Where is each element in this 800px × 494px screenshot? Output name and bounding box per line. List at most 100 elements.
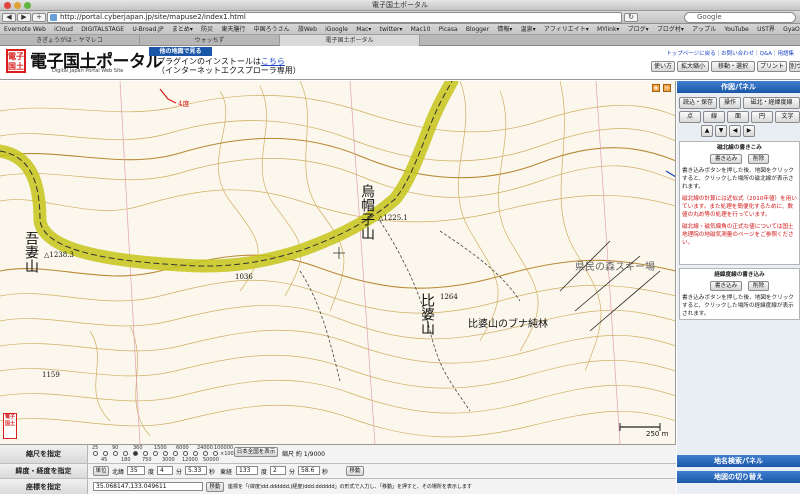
bookmark-item[interactable]: Picasa: [439, 24, 458, 34]
reload-button[interactable]: ↻: [624, 13, 638, 22]
scale-radio[interactable]: [153, 451, 158, 456]
arrow-right-icon[interactable]: ▶: [743, 125, 755, 137]
arrow-up-icon[interactable]: ▲: [701, 125, 713, 137]
bookmark-item[interactable]: Mac10: [411, 24, 431, 34]
magnetic-graticule-button[interactable]: 磁北・経緯度線: [743, 97, 800, 109]
scale-radio[interactable]: [173, 451, 178, 456]
move-select-button[interactable]: 移動・選択: [711, 61, 755, 72]
load-save-button[interactable]: 読込・保存: [679, 97, 717, 109]
zoom-button[interactable]: 拡大縮小: [677, 61, 709, 72]
arrow-down-icon[interactable]: ▼: [715, 125, 727, 137]
other-map-button[interactable]: 他の地図で見る: [149, 47, 212, 56]
close-window-icon[interactable]: [4, 2, 11, 9]
bookmark-item[interactable]: MYlink▾: [597, 24, 619, 34]
forward-button[interactable]: ▶: [17, 13, 31, 22]
coord-move-button[interactable]: 移動: [206, 482, 224, 492]
scale-radio[interactable]: [113, 451, 118, 456]
bookmark-item[interactable]: ブログ▾: [628, 24, 649, 34]
show-all-japan-button[interactable]: 日本全国を表示: [234, 447, 278, 457]
bookmark-item[interactable]: まとめ▾: [172, 24, 193, 34]
tab-yamareco[interactable]: きぎょうがは – ヤマレコ: [0, 35, 140, 46]
operation-button[interactable]: 操作: [719, 97, 741, 109]
arrow-left-icon[interactable]: ◀: [729, 125, 741, 137]
bookmark-item[interactable]: 防災: [201, 24, 213, 34]
logo-mark: 電子国土: [6, 49, 26, 73]
plugin-install-link[interactable]: こちら: [261, 57, 285, 66]
bookmark-item[interactable]: GyaO: [783, 24, 800, 34]
scale-radio[interactable]: [143, 451, 148, 456]
scale-radio[interactable]: [103, 451, 108, 456]
label-elev-1238: △1238.3: [44, 251, 74, 259]
lat-minute-input[interactable]: 4: [157, 466, 173, 475]
label-azumayama: 吾妻山: [23, 231, 39, 273]
bookmark-item[interactable]: アフィリエイト▾: [544, 24, 589, 34]
bookmark-item[interactable]: 情報▾: [497, 24, 512, 34]
scale-tick: 3000: [162, 457, 175, 463]
lon-degree-input[interactable]: 133: [236, 466, 258, 475]
bookmark-item[interactable]: Blogger: [466, 24, 489, 34]
graticule-write-button[interactable]: 書き込み: [709, 281, 743, 291]
label-elev-1225: △1225.1: [378, 214, 408, 222]
tab-watchizu[interactable]: ウォッちず: [140, 35, 280, 46]
panel-title: 作図パネル: [677, 81, 800, 93]
map-zoom-out-icon[interactable]: −: [663, 84, 671, 92]
add-bookmark-button[interactable]: +: [32, 13, 46, 22]
place-search-panel-button[interactable]: 地名検索パネル: [677, 455, 800, 467]
map-switch-button[interactable]: 地図の切り替え: [677, 471, 800, 483]
draw-circle-button[interactable]: 円: [751, 111, 773, 123]
search-field[interactable]: Google: [684, 12, 796, 23]
scale-radio[interactable]: [93, 451, 98, 456]
bookmark-item[interactable]: UST界: [757, 24, 775, 34]
usage-button[interactable]: 使い方: [651, 61, 675, 72]
bookmark-item[interactable]: U-Broad.JP: [132, 24, 163, 34]
draw-point-button[interactable]: 点: [679, 111, 701, 123]
tab-bar: きぎょうがは – ヤマレコ ウォッちず 電子国土ポータル: [0, 35, 800, 46]
bookmark-item[interactable]: Mac▾: [356, 24, 371, 34]
magnetic-write-button[interactable]: 書き込み: [709, 154, 743, 164]
scale-radio[interactable]: [203, 451, 208, 456]
scale-radio[interactable]: [183, 451, 188, 456]
bookmark-item[interactable]: Evernote Web: [4, 24, 46, 34]
scale-radio[interactable]: [123, 451, 128, 456]
bookmark-item[interactable]: 温泉▾: [521, 24, 536, 34]
zoom-window-icon[interactable]: [24, 2, 31, 9]
bookmark-item[interactable]: iGoogle: [325, 24, 348, 34]
bookmark-item[interactable]: twitter▾: [380, 24, 403, 34]
lat-second-input[interactable]: 5.33: [185, 466, 207, 475]
latlon-move-button[interactable]: 移動: [346, 466, 364, 476]
minimize-window-icon[interactable]: [14, 2, 21, 9]
scale-radio[interactable]: [193, 451, 198, 456]
bookmark-item[interactable]: 東天膳行: [221, 24, 245, 34]
bookmark-item[interactable]: アップル: [692, 24, 716, 34]
new-window-button[interactable]: 別ウィ: [789, 61, 800, 72]
bookmark-item[interactable]: 中国ろうさん: [254, 24, 290, 34]
bookmark-item[interactable]: ブログ村▾: [657, 24, 684, 34]
draw-area-button[interactable]: 面: [727, 111, 749, 123]
unit-button[interactable]: 単位: [93, 466, 109, 476]
scale-radio[interactable]: [213, 451, 218, 456]
bookmark-item[interactable]: iCloud: [54, 24, 73, 34]
lon-second-input[interactable]: 58.6: [298, 466, 320, 475]
logo-subtitle: Digital Japan Portal Web Site: [52, 68, 124, 74]
draw-text-button[interactable]: 文字: [775, 111, 800, 123]
magnetic-clear-button[interactable]: 削除: [747, 154, 770, 164]
map-zoom-in-icon[interactable]: +: [652, 84, 660, 92]
back-button[interactable]: ◀: [2, 13, 16, 22]
graticule-clear-button[interactable]: 削除: [747, 281, 770, 291]
lat-degree-input[interactable]: 35: [127, 466, 145, 475]
address-bar[interactable]: http://portal.cyberjapan.jp/site/mapuse2…: [47, 12, 622, 23]
bookmark-item[interactable]: 旅Web: [298, 24, 317, 34]
tab-denshi-kokudo[interactable]: 電子国土ポータル: [280, 35, 420, 46]
scale-radio-selected[interactable]: [133, 451, 138, 456]
bookmark-item[interactable]: YouTube: [724, 24, 748, 34]
scale-radio[interactable]: [163, 451, 168, 456]
topographic-map[interactable]: 4度 吾妻山 △1238.3 烏帽子山 △1225.1 1036 比婆山 126…: [0, 81, 676, 444]
coord-input[interactable]: 35.068147,133.049611: [93, 482, 203, 491]
top-links[interactable]: トップページに戻る｜お問い合わせ｜Q&A｜用語集: [666, 49, 794, 57]
draw-line-button[interactable]: 線: [703, 111, 725, 123]
bookmark-item[interactable]: DIGITALSTAGE: [81, 24, 124, 34]
lon-minute-input[interactable]: 2: [270, 466, 286, 475]
graticule-help-text: 書き込みボタンを押した後、地図をクリックすると、クリックした場所の経緯度線が表示…: [682, 295, 794, 317]
print-button[interactable]: プリント: [757, 61, 787, 72]
sec-unit: 秒: [322, 469, 329, 476]
